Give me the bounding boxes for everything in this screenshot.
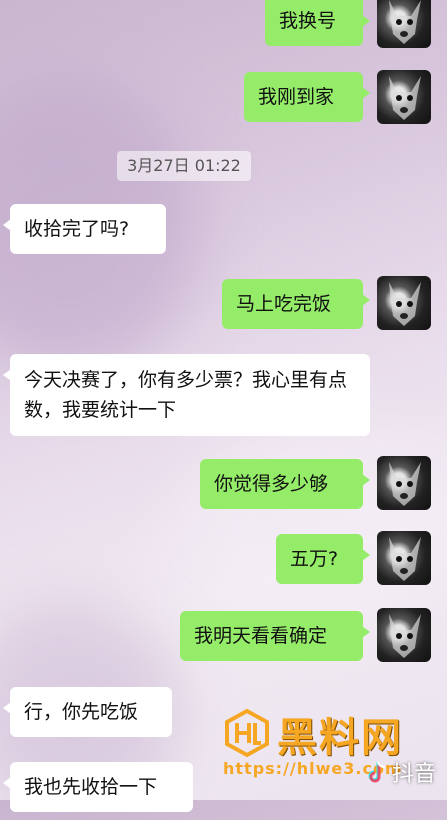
watermark-logo-icon — [225, 709, 269, 757]
message-text: 收拾完了吗? — [24, 218, 130, 240]
douyin-icon — [368, 761, 386, 783]
dog-avatar-icon[interactable] — [377, 531, 431, 585]
message-text: 我也先收拾一下 — [24, 776, 158, 798]
message-text: 今天决赛了，你有多少票？我心里有点数，我要统计一下 — [24, 369, 348, 421]
dog-avatar-icon[interactable] — [377, 0, 431, 48]
outgoing-message-bubble[interactable]: 马上吃完饭 — [222, 279, 370, 329]
outgoing-message-bubble[interactable]: 我刚到家 — [244, 72, 370, 122]
message-text: 我明天看看确定 — [194, 625, 328, 647]
dog-avatar-icon[interactable] — [377, 276, 431, 330]
outgoing-message-bubble[interactable]: 我明天看看确定 — [180, 611, 370, 661]
incoming-message-bubble[interactable]: 收拾完了吗? — [3, 204, 166, 254]
platform-label: 抖音 — [392, 762, 437, 787]
outgoing-message-bubble[interactable]: 五万? — [276, 534, 370, 584]
message-text: 我换号 — [279, 10, 337, 32]
outgoing-message-bubble[interactable]: 你觉得多少够 — [200, 459, 370, 509]
background-blob — [180, 420, 447, 640]
watermark-title: 黑料网 — [277, 715, 403, 761]
message-text: 行，你先吃饭 — [24, 701, 139, 723]
dog-avatar-icon[interactable] — [377, 608, 431, 662]
message-text: 我刚到家 — [258, 86, 335, 108]
incoming-message-bubble[interactable]: 行，你先吃饭 — [3, 687, 172, 737]
message-text: 五万? — [290, 548, 339, 570]
dog-avatar-icon[interactable] — [377, 70, 431, 124]
incoming-message-bubble[interactable]: 我也先收拾一下 — [3, 762, 193, 812]
message-text: 马上吃完饭 — [236, 293, 332, 315]
message-timestamp: 3月27日 01:22 — [117, 151, 251, 181]
dog-avatar-icon[interactable] — [377, 456, 431, 510]
incoming-message-bubble[interactable]: 今天决赛了，你有多少票？我心里有点数，我要统计一下 — [3, 354, 370, 436]
message-text: 你觉得多少够 — [214, 473, 329, 495]
outgoing-message-bubble[interactable]: 我换号 — [265, 0, 370, 46]
